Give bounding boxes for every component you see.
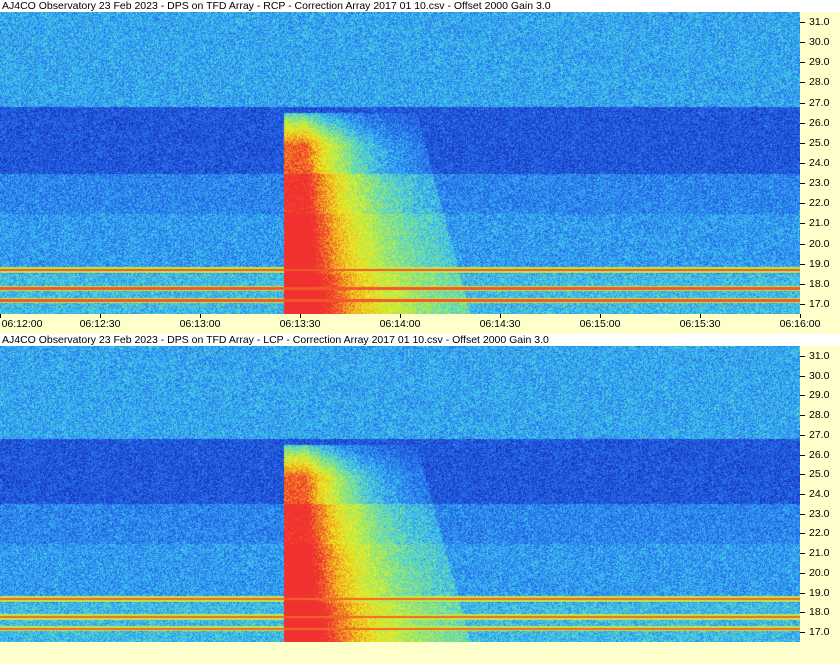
y-tick-label: 17.0: [809, 626, 830, 639]
y-tick: [800, 355, 805, 357]
y-tick: [800, 163, 805, 164]
y-tick-label: 24.0: [809, 488, 830, 500]
y-tick: [800, 612, 805, 614]
y-tick-label: 31.0: [809, 16, 830, 29]
x-tick-label: 06:14:30: [479, 318, 521, 330]
y-tick-label: 30.0: [809, 369, 830, 382]
y-tick-label: 25.0: [809, 136, 830, 149]
y-tick-label: 28.0: [809, 409, 830, 422]
y-tick: [800, 434, 805, 436]
y-tick: [800, 62, 805, 64]
y-tick: [800, 82, 805, 84]
y-tick-label: 21.0: [809, 547, 830, 560]
x-tick-label: 06:15:30: [679, 318, 721, 330]
y-tick: [800, 375, 805, 377]
y-tick: [800, 102, 805, 104]
x-tick-label: 06:12:30: [79, 318, 121, 330]
y-tick: [800, 203, 805, 205]
y-tick-label: 30.0: [809, 36, 830, 49]
y-tick: [800, 223, 805, 225]
y-tick: [800, 474, 805, 476]
y-tick-label: 27.0: [809, 428, 830, 441]
y-tick-label: 19.0: [809, 257, 830, 270]
y-tick-label: 25.0: [809, 468, 830, 481]
x-tick-label: 06:13:00: [179, 318, 221, 330]
y-tick: [800, 122, 805, 124]
x-tick-label: 06:16:00: [779, 318, 821, 330]
y-tick-label: 29.0: [809, 389, 830, 402]
y-tick-label: 23.0: [809, 177, 830, 190]
y-tick-label: 22.0: [809, 197, 830, 210]
x-tick-label: 06:13:30: [279, 318, 321, 330]
lcp-title: AJ4CO Observatory 23 Feb 2023 - DPS on T…: [2, 334, 549, 346]
x-tick-label: 06:12:00: [1, 318, 43, 330]
y-tick: [800, 415, 805, 417]
y-tick: [800, 42, 805, 44]
rcp-time-axis: 06:12:00 06:12:30 06:13:00 06:13:30 06:14:00…: [0, 314, 840, 334]
y-tick: [800, 632, 805, 634]
y-tick-label: 19.0: [809, 586, 830, 599]
y-tick-label: 31.0: [809, 349, 830, 362]
y-tick: [800, 303, 805, 305]
x-tick-label: 06:15:00: [579, 318, 621, 330]
y-tick-label: 26.0: [809, 448, 830, 461]
y-tick: [800, 263, 805, 265]
y-tick: [800, 513, 805, 515]
rcp-title: AJ4CO Observatory 23 Feb 2023 - DPS on T…: [2, 0, 551, 12]
y-tick: [800, 572, 805, 574]
y-tick-label: 26.0: [809, 116, 830, 129]
y-tick-label: 20.0: [809, 237, 830, 250]
y-tick: [800, 592, 805, 594]
y-tick: [800, 533, 805, 535]
lcp-frequency-axis: 17.0 18.0 19.0 20.0 21.0 22.0 23.0 24.0 25.0 26.0…: [800, 346, 840, 642]
y-tick-label: 28.0: [809, 76, 830, 89]
y-tick: [800, 22, 805, 24]
y-tick-label: 29.0: [809, 56, 830, 69]
y-tick: [800, 283, 805, 285]
y-tick: [800, 243, 805, 245]
y-tick-label: 22.0: [809, 527, 830, 540]
y-tick: [800, 553, 805, 555]
y-tick-label: 23.0: [809, 507, 830, 520]
y-tick-label: 24.0: [809, 157, 830, 169]
y-tick-label: 18.0: [809, 277, 830, 290]
lcp-spectrogram: [0, 346, 800, 642]
y-tick: [800, 454, 805, 456]
y-tick: [800, 142, 805, 144]
y-tick-label: 17.0: [809, 297, 830, 310]
y-tick: [800, 183, 805, 185]
y-tick-label: 27.0: [809, 96, 830, 109]
x-tick-label: 06:14:00: [379, 318, 421, 330]
y-tick-label: 20.0: [809, 566, 830, 579]
rcp-spectrogram: [0, 12, 800, 314]
y-tick: [800, 395, 805, 397]
y-tick-label: 21.0: [809, 217, 830, 230]
y-tick-label: 18.0: [809, 606, 830, 619]
rcp-frequency-axis: 17.0 18.0 19.0 20.0 21.0 22.0 23.0 24.0 25.0 26.0…: [800, 12, 840, 314]
lcp-time-axis-strip: [0, 642, 840, 664]
y-tick: [800, 494, 805, 495]
